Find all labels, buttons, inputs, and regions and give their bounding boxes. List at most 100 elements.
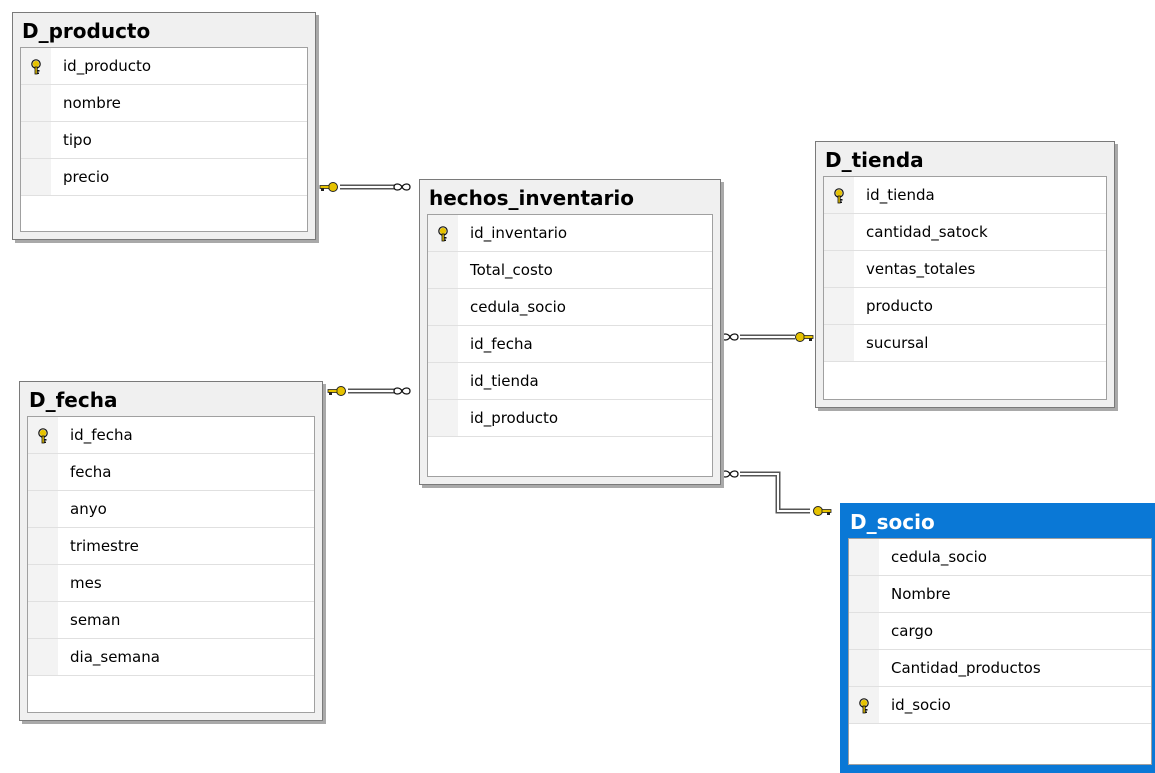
table-title[interactable]: hechos_inventario <box>420 180 720 213</box>
column-name: id_tienda <box>470 372 539 390</box>
column-row[interactable]: fecha <box>28 454 314 491</box>
column-name: id_producto <box>63 57 152 75</box>
table-title[interactable]: D_producto <box>13 13 315 46</box>
column-grid: id_productonombre tipo precio <box>20 47 308 232</box>
column-row[interactable]: mes <box>28 565 314 602</box>
column-row[interactable]: cantidad_satock <box>824 214 1106 251</box>
column-row[interactable]: trimestre <box>28 528 314 565</box>
column-row[interactable]: cedula_socio <box>428 289 712 326</box>
column-name: Nombre <box>891 585 951 603</box>
column-name: seman <box>70 611 121 629</box>
row-selector[interactable] <box>849 613 879 649</box>
column-row[interactable]: id_producto <box>428 400 712 437</box>
key-icon <box>319 182 338 192</box>
column-row[interactable]: precio <box>21 159 307 196</box>
column-name: precio <box>63 168 110 186</box>
column-row[interactable]: anyo <box>28 491 314 528</box>
key-icon <box>36 428 50 444</box>
column-grid: cedula_socio Nombre cargo Cantidad_producto… <box>848 538 1152 765</box>
column-row[interactable]: cedula_socio <box>849 539 1151 576</box>
column-name: dia_semana <box>70 648 160 666</box>
column-row[interactable]: Total_costo <box>428 252 712 289</box>
column-row[interactable]: dia_semana <box>28 639 314 676</box>
row-selector[interactable] <box>21 159 51 195</box>
column-name: cedula_socio <box>891 548 987 566</box>
row-selector[interactable] <box>28 639 58 675</box>
column-row[interactable]: id_tienda <box>428 363 712 400</box>
column-name: fecha <box>70 463 112 481</box>
key-icon <box>327 386 346 396</box>
column-row[interactable]: id_fecha <box>28 417 314 454</box>
column-name: trimestre <box>70 537 139 555</box>
key-icon <box>857 698 871 714</box>
column-row[interactable]: Nombre <box>849 576 1151 613</box>
column-row[interactable]: Cantidad_productos <box>849 650 1151 687</box>
row-selector[interactable] <box>28 565 58 601</box>
column-name: sucursal <box>866 334 929 352</box>
column-name: tipo <box>63 131 92 149</box>
column-name: id_socio <box>891 696 951 714</box>
column-row[interactable]: sucursal <box>824 325 1106 362</box>
key-icon <box>29 59 43 75</box>
column-row[interactable]: seman <box>28 602 314 639</box>
column-row[interactable]: nombre <box>21 85 307 122</box>
row-selector[interactable] <box>849 539 879 575</box>
column-row[interactable]: id_producto <box>21 48 307 85</box>
column-row[interactable]: producto <box>824 288 1106 325</box>
column-grid: id_inventario Total_costo cedula_socio id_f… <box>427 214 713 477</box>
row-selector[interactable] <box>824 325 854 361</box>
infinity-icon <box>393 387 411 395</box>
column-row[interactable]: id_tienda <box>824 177 1106 214</box>
column-grid: id_fechafecha anyo trimestre mes seman dia_se… <box>27 416 315 713</box>
column-name: id_fecha <box>470 335 533 353</box>
table-hechos-inventario[interactable]: hechos_inventario id_inventario Total_cos… <box>419 179 721 485</box>
row-selector[interactable] <box>28 528 58 564</box>
column-row[interactable]: ventas_totales <box>824 251 1106 288</box>
table-d-producto[interactable]: D_producto id_productonombre tipo precio <box>12 12 316 240</box>
row-selector[interactable] <box>824 214 854 250</box>
table-d-tienda[interactable]: D_tienda id_tienda cantidad_satock ventas_… <box>815 141 1115 408</box>
column-name: cargo <box>891 622 934 640</box>
column-row[interactable]: cargo <box>849 613 1151 650</box>
row-selector[interactable] <box>21 122 51 158</box>
row-selector[interactable] <box>428 400 458 436</box>
row-selector[interactable] <box>824 251 854 287</box>
diagram-canvas: D_producto id_producto nombre tipo precio D… <box>0 0 1155 773</box>
infinity-icon <box>721 333 739 341</box>
column-name: mes <box>70 574 102 592</box>
key-icon <box>795 332 814 342</box>
table-title[interactable]: D_fecha <box>20 382 322 415</box>
table-title[interactable]: D_socio <box>841 504 1155 537</box>
row-selector[interactable] <box>428 363 458 399</box>
row-selector[interactable] <box>849 576 879 612</box>
row-selector[interactable] <box>428 326 458 362</box>
table-title[interactable]: D_tienda <box>816 142 1114 175</box>
column-row[interactable]: id_fecha <box>428 326 712 363</box>
column-name: id_inventario <box>470 224 568 242</box>
column-name: id_fecha <box>70 426 133 444</box>
column-name: id_producto <box>470 409 559 427</box>
column-row[interactable]: tipo <box>21 122 307 159</box>
row-selector[interactable] <box>849 650 879 686</box>
row-selector[interactable] <box>428 252 458 288</box>
column-grid: id_tienda cantidad_satock ventas_totales pr… <box>823 176 1107 400</box>
row-selector[interactable] <box>28 491 58 527</box>
row-selector[interactable] <box>28 602 58 638</box>
row-selector[interactable] <box>21 85 51 121</box>
column-row[interactable]: id_socio <box>849 687 1151 724</box>
table-d-socio[interactable]: D_socio cedula_socio Nombre cargo Cantidad_… <box>840 503 1155 773</box>
key-icon <box>436 226 450 242</box>
column-name: anyo <box>70 500 107 518</box>
column-name: id_tienda <box>866 186 935 204</box>
row-selector[interactable] <box>824 288 854 324</box>
column-row[interactable]: id_inventario <box>428 215 712 252</box>
row-selector[interactable] <box>428 289 458 325</box>
table-d-fecha[interactable]: D_fecha id_fechafecha anyo trimestre mes sem… <box>19 381 323 721</box>
key-icon <box>813 506 832 516</box>
infinity-icon <box>721 470 739 478</box>
column-name: Total_costo <box>470 261 553 279</box>
key-icon <box>832 188 846 204</box>
column-name: cantidad_satock <box>866 223 988 241</box>
row-selector[interactable] <box>28 454 58 490</box>
column-name: cedula_socio <box>470 298 566 316</box>
